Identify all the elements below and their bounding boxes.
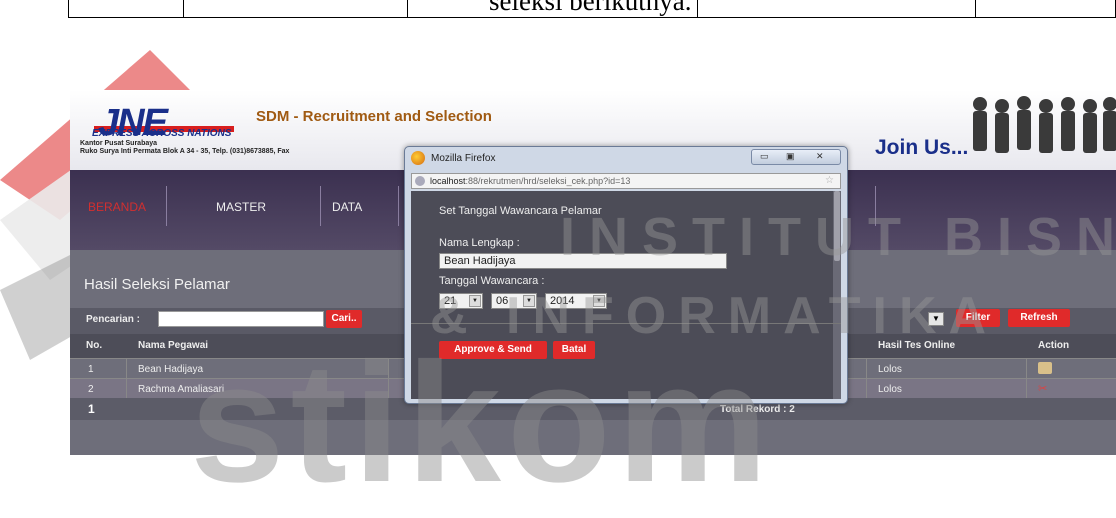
scissors-icon[interactable]: ✂ — [1038, 382, 1047, 395]
nav-divider — [166, 186, 167, 226]
nav-item-data[interactable]: DATA — [332, 200, 362, 214]
logo-tagline: EXPRESS ACROSS NATIONS — [92, 128, 232, 139]
url-host: localhost — [430, 176, 466, 186]
minimize-icon[interactable]: ▭ — [760, 151, 769, 162]
column-header-action: Action — [1038, 340, 1070, 351]
close-icon[interactable]: ✕ — [816, 151, 824, 162]
document-table: seleksi berikutnya. — [68, 0, 1116, 18]
address-line-2: Ruko Surya Inti Permata Blok A 34 - 35, … — [80, 148, 290, 155]
table-divider — [407, 0, 408, 18]
refresh-button[interactable]: Refresh — [1008, 309, 1070, 327]
search-label: Pencarian : — [86, 314, 140, 325]
people-silhouettes-icon — [973, 96, 1116, 153]
column-divider — [1026, 358, 1027, 398]
nav-divider — [398, 186, 399, 226]
popup-window-title: Mozilla Firefox — [431, 153, 496, 164]
nav-divider — [320, 186, 321, 226]
join-us-text: Join Us... — [875, 136, 969, 159]
section-title: Hasil Seleksi Pelamar — [84, 276, 230, 293]
name-label: Nama Lengkap : — [439, 237, 520, 249]
table-divider — [975, 0, 976, 18]
globe-icon — [415, 176, 425, 186]
bookmark-star-icon[interactable]: ☆ — [825, 174, 834, 188]
url-path: :88/rekrutmen/hrd/seleksi_cek.php?id=13 — [465, 176, 631, 186]
watermark-line-1: INSTITUT BISNIS — [560, 207, 1116, 267]
firefox-icon — [411, 151, 425, 165]
address-line-1: Kantor Pusat Surabaya — [80, 140, 158, 147]
nav-item-master[interactable]: MASTER — [216, 200, 266, 214]
search-input[interactable] — [158, 311, 324, 327]
row-result: Lolos — [878, 384, 902, 395]
window-controls: ▭ ▣ ✕ — [751, 149, 841, 165]
document-table-text: seleksi berikutnya. — [489, 0, 692, 16]
edit-icon[interactable] — [1038, 362, 1052, 374]
app-title: SDM - Recruitment and Selection — [256, 108, 492, 125]
row-number: 1 — [88, 364, 94, 375]
column-divider — [126, 358, 127, 398]
maximize-icon[interactable]: ▣ — [786, 151, 795, 162]
table-divider — [183, 0, 184, 18]
row-result: Lolos — [878, 364, 902, 375]
url-bar[interactable]: localhost:88/rekrutmen/hrd/seleksi_cek.p… — [411, 173, 841, 189]
column-divider — [866, 358, 867, 398]
search-button[interactable]: Cari.. — [326, 310, 362, 328]
table-divider — [697, 0, 698, 18]
column-header-no: No. — [86, 340, 103, 351]
row-number: 2 — [88, 384, 94, 395]
page-number[interactable]: 1 — [88, 402, 95, 416]
watermark-big-text: stikom — [190, 328, 774, 518]
nav-item-beranda[interactable]: BERANDA — [88, 200, 146, 214]
